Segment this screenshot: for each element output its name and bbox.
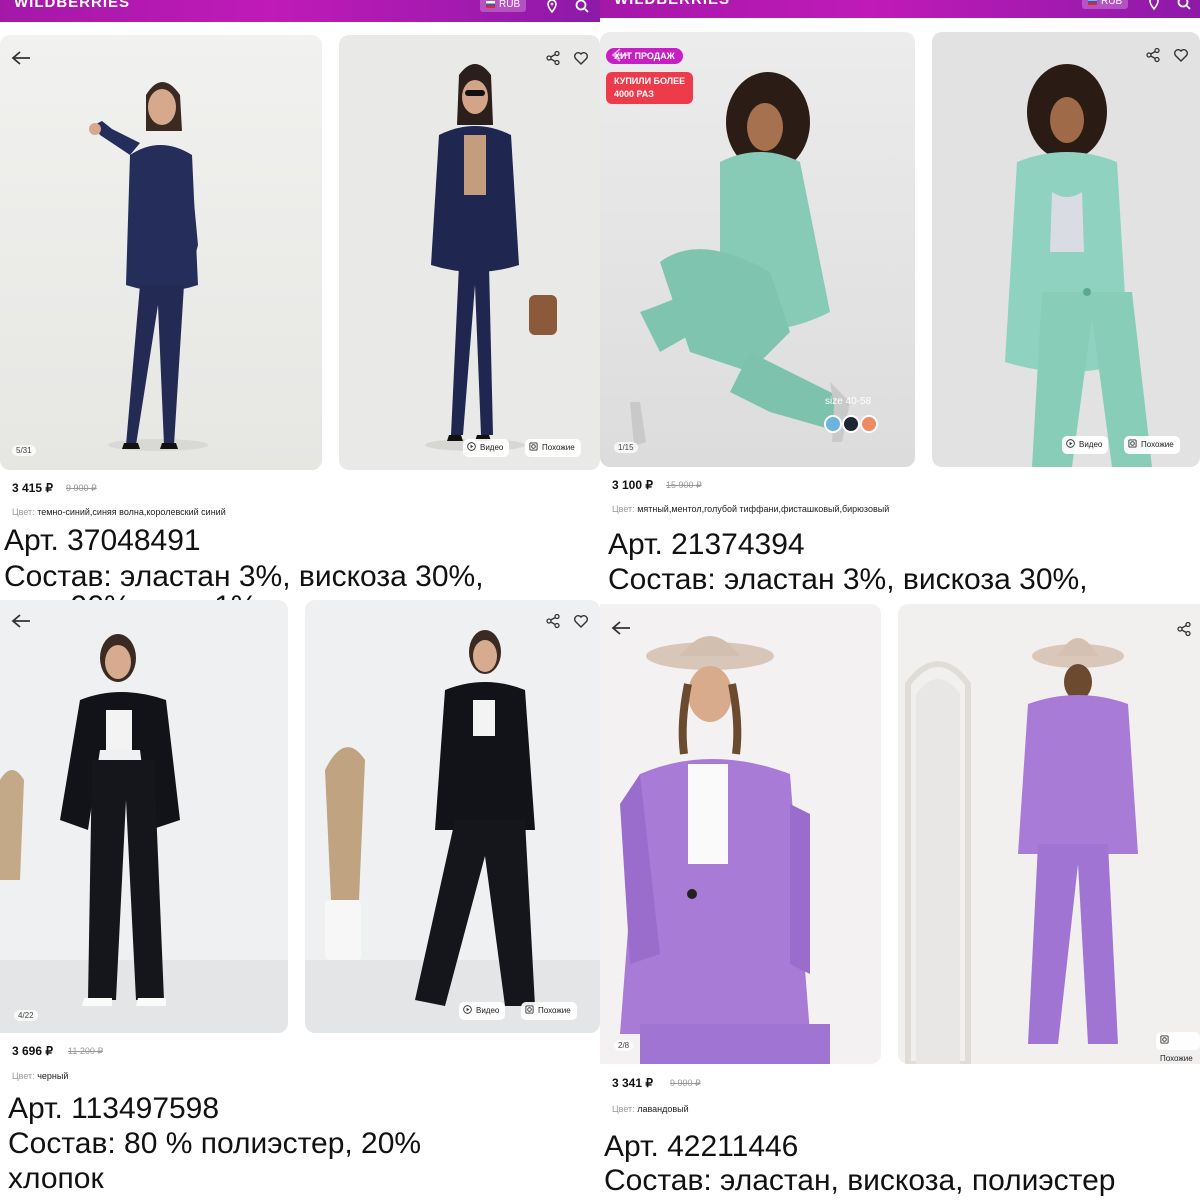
video-label: Видео	[476, 1006, 500, 1015]
bought-badge-line2: 4000 РАЗ	[614, 89, 654, 99]
price: 3 341 ₽	[612, 1076, 653, 1090]
article-number: Арт. 113497598	[8, 1092, 220, 1125]
similar-label: Похожие	[1160, 1054, 1193, 1063]
color-swatch-blue[interactable]	[824, 415, 842, 433]
composition: Состав: эластан 3%, вискоза 30%,	[4, 560, 484, 593]
color-label: Цвет:	[612, 504, 635, 514]
composition: Состав: эластан 3%, вискоза 30%,	[608, 563, 1088, 596]
product-photo-secondary[interactable]: Видео Похожие	[305, 600, 600, 1033]
app-header: WILDBERRIES RUB	[600, 0, 1200, 18]
play-icon	[463, 1005, 472, 1014]
product-photo-secondary[interactable]: Похожие	[898, 604, 1200, 1064]
color-swatch-peach[interactable]	[860, 415, 878, 433]
size-range-label: size 40-58	[825, 396, 872, 407]
color-swatch-black[interactable]	[842, 415, 860, 433]
product-photo-main[interactable]: 5/31	[0, 35, 322, 470]
old-price: 11 200 ₽	[68, 1046, 104, 1056]
color-value: лавандовый	[637, 1104, 689, 1114]
similar-button[interactable]: Похожие	[1156, 1032, 1200, 1063]
old-price: 15 900 ₽	[666, 480, 702, 490]
similar-search-icon	[1128, 439, 1137, 448]
product-photo-secondary[interactable]: Видео Похожие	[339, 35, 600, 470]
color-info: Цвет: лавандовый	[612, 1104, 689, 1114]
bought-badge-line1: КУПИЛИ БОЛЕЕ	[614, 76, 686, 86]
product-photo-secondary[interactable]: Видео Похожие	[932, 32, 1200, 467]
similar-label: Похожие	[542, 443, 575, 452]
similar-label: Похожие	[1141, 440, 1174, 449]
play-icon	[1066, 439, 1075, 448]
composition-line1: Состав: 80 % полиэстер, 20%	[8, 1127, 422, 1160]
wildberries-logo[interactable]: WILDBERRIES	[614, 0, 730, 8]
similar-search-icon	[1160, 1035, 1169, 1044]
currency-selector[interactable]: RUB	[480, 0, 527, 12]
photo-counter: 5/31	[12, 445, 36, 456]
currency-selector[interactable]: RUB	[1082, 0, 1129, 9]
ru-flag-icon	[486, 0, 495, 8]
back-arrow-icon[interactable]	[10, 612, 32, 630]
video-label: Видео	[480, 443, 504, 452]
favorite-heart-icon[interactable]	[573, 50, 589, 66]
ru-flag-icon	[1088, 0, 1097, 5]
color-label: Цвет:	[12, 1071, 35, 1081]
video-button[interactable]: Видео	[1062, 436, 1109, 454]
share-icon[interactable]	[1176, 621, 1192, 637]
similar-button[interactable]: Похожие	[1124, 436, 1180, 454]
search-icon[interactable]	[574, 0, 590, 14]
currency-label: RUB	[1101, 0, 1123, 7]
share-icon[interactable]	[545, 613, 561, 629]
color-info: Цвет: темно-синий,синяя волна,королевски…	[12, 507, 226, 517]
video-button[interactable]: Видео	[463, 439, 510, 457]
article-number: Арт. 37048491	[4, 524, 201, 557]
bought-count-badge: КУПИЛИ БОЛЕЕ 4000 РАЗ	[606, 72, 694, 104]
color-value: темно-синий,синяя волна,королевский сини…	[37, 507, 226, 517]
price: 3 100 ₽	[612, 478, 653, 492]
product-card-lavender: 2/8 Похожие 3 341 ₽ 9 900 ₽ Цвет: лаванд…	[600, 600, 1200, 1200]
color-label: Цвет:	[612, 1104, 635, 1114]
color-info: Цвет: мятный,ментол,голубой тиффани,фист…	[612, 504, 889, 514]
wildberries-logo[interactable]: WILDBERRIES	[14, 0, 130, 11]
location-pin-icon[interactable]	[544, 0, 560, 14]
play-icon	[467, 442, 476, 451]
article-number: Арт. 21374394	[608, 528, 805, 561]
composition-line2: хлопок	[8, 1162, 104, 1195]
currency-label: RUB	[499, 0, 521, 10]
old-price: 9 900 ₽	[66, 483, 97, 493]
share-icon[interactable]	[1145, 47, 1161, 63]
favorite-heart-icon[interactable]	[1173, 47, 1189, 63]
photo-counter: 1/15	[614, 442, 638, 453]
composition: Состав: эластан, вискоза, полиэстер	[604, 1164, 1116, 1197]
video-label: Видео	[1079, 440, 1103, 449]
price: 3 415 ₽	[12, 481, 53, 495]
color-value: мятный,ментол,голубой тиффани,фисташковы…	[637, 504, 890, 514]
product-photo-main[interactable]: ХИТ ПРОДАЖ КУПИЛИ БОЛЕЕ 4000 РАЗ size 40-…	[600, 32, 915, 467]
similar-button[interactable]: Похожие	[525, 439, 581, 457]
article-number: Арт. 42211446	[604, 1130, 799, 1163]
old-price: 9 900 ₽	[670, 1078, 701, 1088]
search-icon[interactable]	[1176, 0, 1192, 11]
back-arrow-icon[interactable]	[610, 46, 632, 64]
back-arrow-icon[interactable]	[610, 619, 632, 637]
similar-search-icon	[529, 442, 538, 451]
product-card-mint: WILDBERRIES RUB ХИТ ПРОДАЖ КУПИЛИ БОЛЕЕ4…	[600, 0, 1200, 600]
similar-label: Похожие	[538, 1006, 571, 1015]
color-info: Цвет: черный	[12, 1071, 68, 1081]
video-button[interactable]: Видео	[459, 1002, 506, 1020]
back-arrow-icon[interactable]	[10, 49, 32, 67]
product-photo-main[interactable]: 2/8	[600, 604, 881, 1064]
product-photo-main[interactable]: 4/22	[0, 600, 288, 1033]
photo-counter: 2/8	[614, 1040, 634, 1051]
color-label: Цвет:	[12, 507, 35, 517]
similar-search-icon	[525, 1005, 534, 1014]
composition-cut: 90% 1%	[4, 590, 258, 600]
photo-counter: 4/22	[14, 1010, 38, 1021]
similar-button[interactable]: Похожие	[521, 1002, 577, 1020]
product-card-navy: WILDBERRIES RUB 5/31 Видео Похожие 3 415…	[0, 0, 600, 600]
price: 3 696 ₽	[12, 1044, 53, 1058]
share-icon[interactable]	[545, 50, 561, 66]
product-card-black: 4/22 Видео Похожие 3 696 ₽ 11 200 ₽ Цвет…	[0, 600, 600, 1200]
location-pin-icon[interactable]	[1146, 0, 1162, 11]
color-value: черный	[37, 1071, 69, 1081]
favorite-heart-icon[interactable]	[573, 613, 589, 629]
app-header: WILDBERRIES RUB	[0, 0, 600, 22]
